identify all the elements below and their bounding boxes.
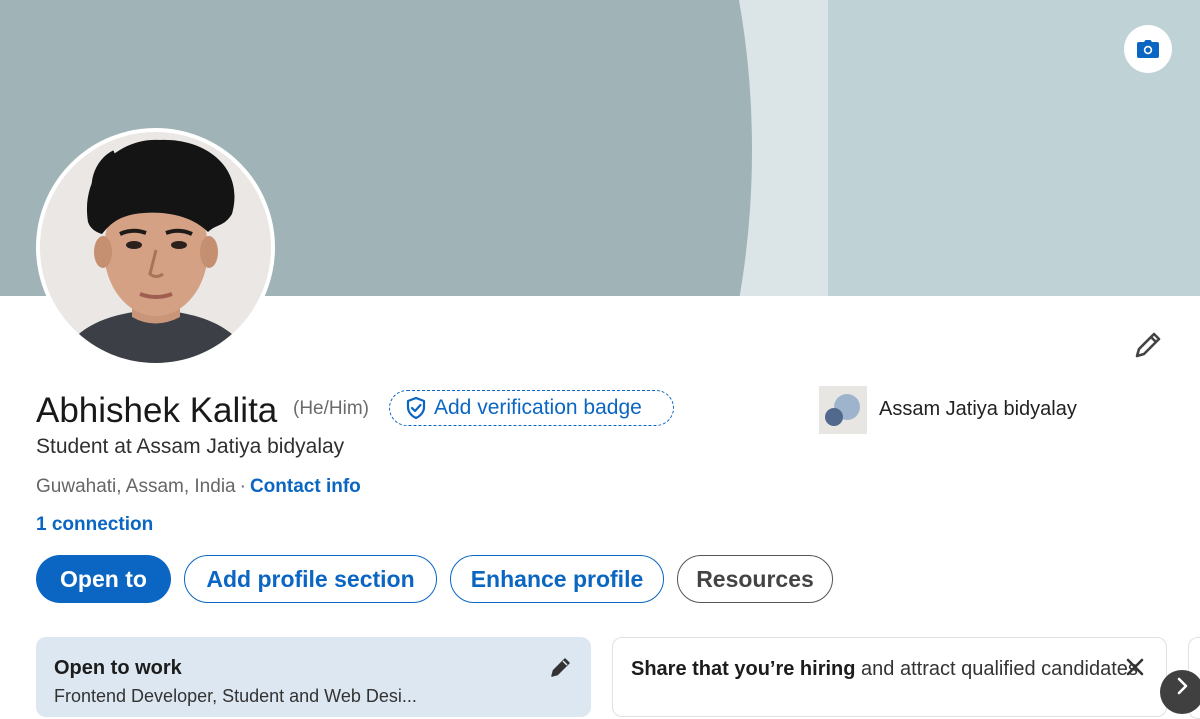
location-line: Guwahati, Assam, India · Contact info (36, 476, 361, 498)
hiring-text-bold: Share that you’re hiring (631, 658, 856, 680)
carousel-next-button[interactable] (1160, 670, 1200, 714)
enhance-profile-button[interactable]: Enhance profile (450, 555, 664, 603)
location: Guwahati, Assam, India (36, 476, 236, 497)
profile-headline: Student at Assam Jatiya bidyalay (36, 435, 345, 458)
profile-name: Abhishek Kalita (36, 391, 278, 430)
pencil-icon (551, 658, 570, 677)
shield-check-icon (406, 397, 426, 419)
hiring-card[interactable]: Share that you’re hiring and attract qua… (612, 637, 1167, 717)
camera-icon (1137, 40, 1159, 58)
resources-button[interactable]: Resources (677, 555, 833, 603)
edit-banner-button[interactable] (1124, 25, 1172, 73)
pronouns: (He/Him) (293, 398, 369, 419)
add-verification-badge-button[interactable]: Add verification badge (389, 390, 674, 426)
profile-photo[interactable] (36, 128, 275, 367)
pencil-icon (1135, 332, 1161, 358)
add-profile-section-button[interactable]: Add profile section (184, 555, 437, 603)
education-name[interactable]: Assam Jatiya bidyalay (879, 398, 1077, 421)
hiring-text-rest: and attract qualified candidates (855, 658, 1138, 680)
close-icon (1126, 658, 1144, 676)
open-to-work-title: Open to work (54, 657, 182, 679)
edit-open-to-work-button[interactable] (549, 655, 573, 684)
open-to-work-roles: Frontend Developer, Student and Web Desi… (54, 686, 417, 706)
dismiss-hiring-card-button[interactable] (1124, 656, 1146, 683)
separator: · (239, 476, 246, 497)
chevron-right-icon (1177, 677, 1188, 695)
education-logo[interactable] (819, 386, 867, 434)
verification-label: Add verification badge (434, 396, 642, 419)
profile-photo-image (40, 132, 271, 363)
edit-intro-button[interactable] (1128, 325, 1168, 365)
school-logo-icon (825, 394, 860, 426)
contact-info-link[interactable]: Contact info (250, 476, 361, 497)
open-to-button[interactable]: Open to (36, 555, 171, 603)
open-to-work-card[interactable]: Open to work Frontend Developer, Student… (36, 637, 591, 717)
hiring-text: Share that you’re hiring and attract qua… (631, 658, 1148, 681)
connections-link[interactable]: 1 connection (36, 514, 153, 536)
